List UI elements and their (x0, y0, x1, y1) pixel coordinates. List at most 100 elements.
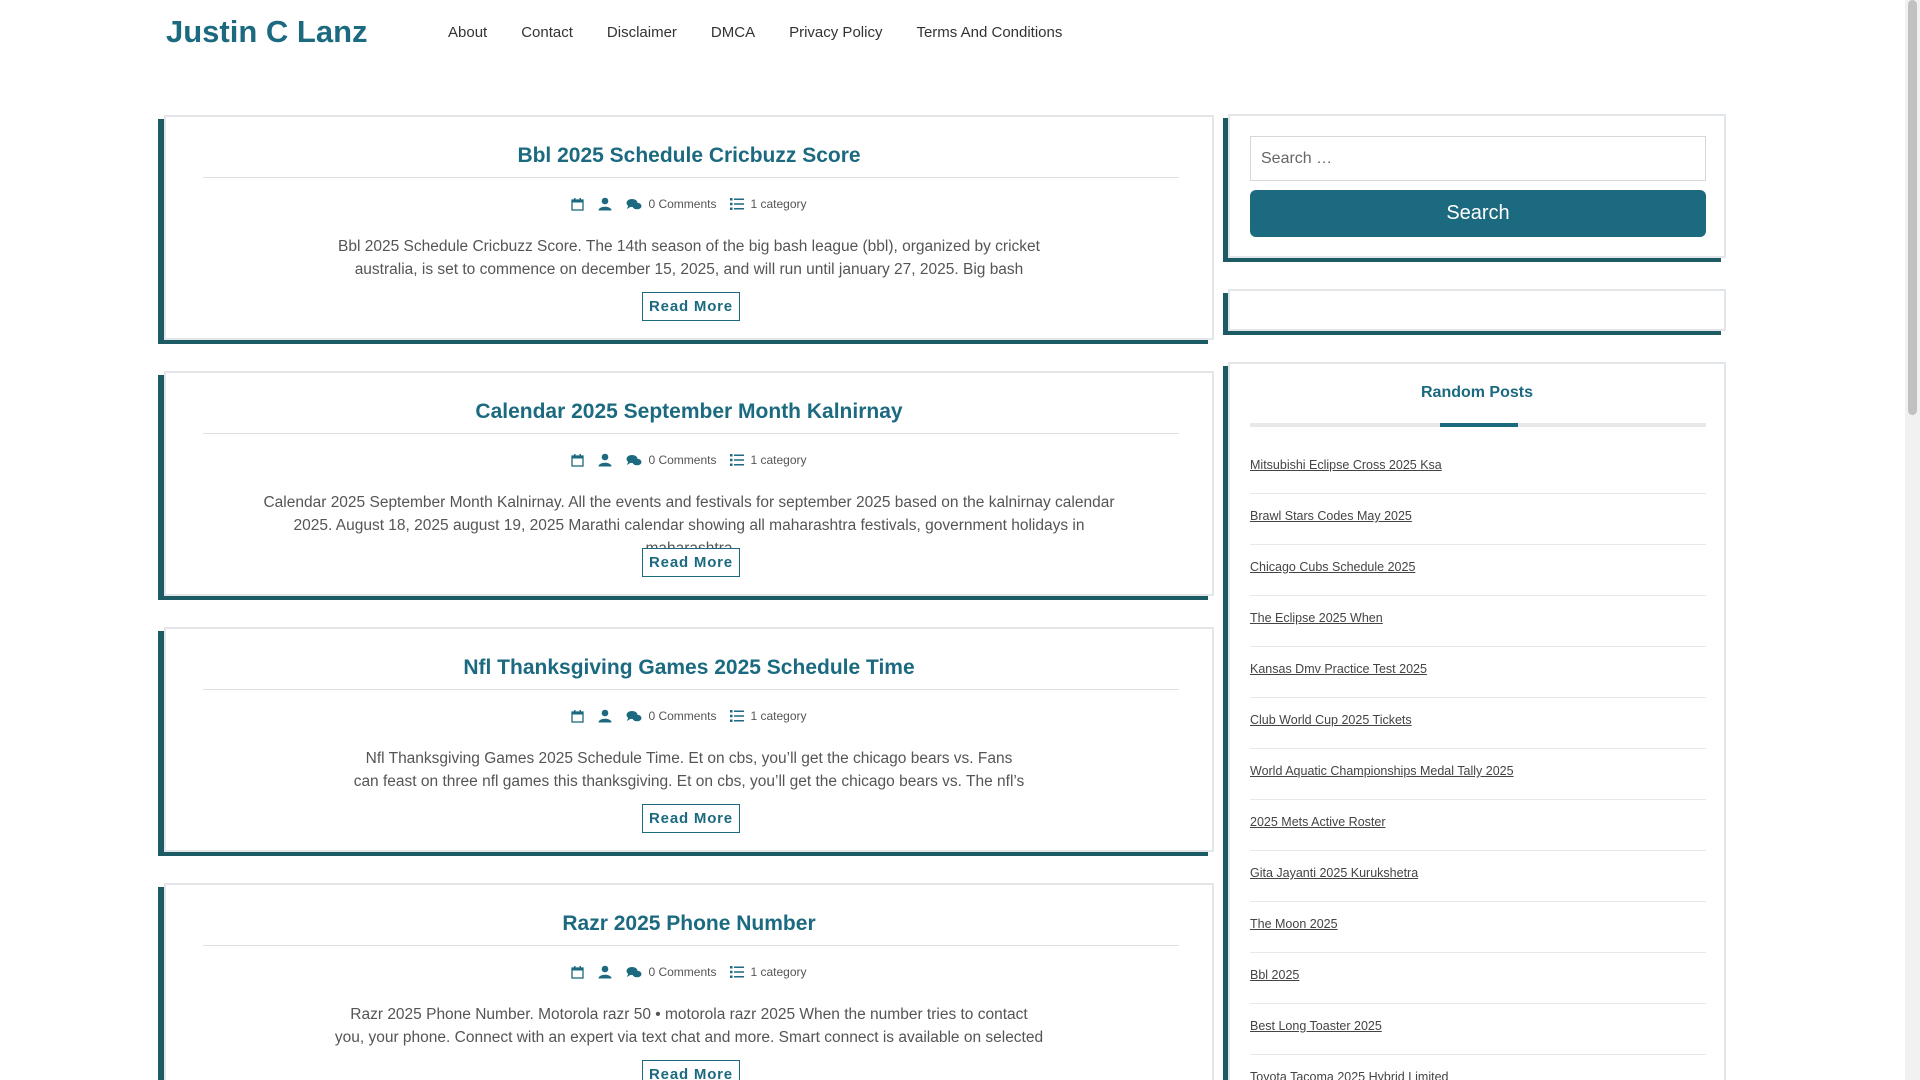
excerpt-line: Bbl 2025 Schedule Cricbuzz Score. The 14… (338, 238, 1040, 255)
post-comments[interactable]: 0 Comments (626, 197, 716, 211)
post-date[interactable] (571, 709, 585, 723)
comments-icon (626, 454, 642, 465)
post-category[interactable]: 1 category (730, 709, 807, 723)
category-label: 1 category (750, 965, 807, 979)
nav-contact[interactable]: Contact (504, 22, 590, 44)
post-author[interactable] (598, 197, 612, 211)
search-input[interactable] (1250, 136, 1706, 181)
random-post-link[interactable]: Bbl 2025 (1250, 968, 1299, 982)
divider (203, 433, 1179, 434)
post-meta: 0 Comments 1 category (166, 453, 1212, 467)
random-post-link[interactable]: Chicago Cubs Schedule 2025 (1250, 560, 1415, 574)
calendar-icon (571, 197, 585, 211)
random-post-link[interactable]: Toyota Tacoma 2025 Hybrid Limited (1250, 1070, 1449, 1080)
read-more-button[interactable]: Read More (642, 804, 740, 833)
comments-icon (626, 966, 642, 977)
post-excerpt: Razr 2025 Phone Number. Motorola razr 50… (256, 1003, 1122, 1049)
post-comments[interactable]: 0 Comments (626, 965, 716, 979)
user-icon (598, 709, 612, 723)
comments-count: 0 Comments (648, 965, 717, 979)
post-title[interactable]: Calendar 2025 September Month Kalnirnay (166, 399, 1212, 425)
divider (203, 177, 1179, 178)
post-title[interactable]: Razr 2025 Phone Number (166, 911, 1212, 937)
post-comments[interactable]: 0 Comments (626, 709, 716, 723)
excerpt-line: Calendar 2025 September Month Kalnirnay.… (263, 494, 1115, 511)
calendar-icon (571, 965, 585, 979)
post-category[interactable]: 1 category (730, 453, 807, 467)
nav-dmca[interactable]: DMCA (694, 22, 772, 44)
post-category[interactable]: 1 category (730, 965, 807, 979)
user-icon (598, 965, 612, 979)
empty-widget (1228, 289, 1726, 331)
post-date[interactable] (571, 197, 585, 211)
comments-count: 0 Comments (648, 197, 717, 211)
random-posts-widget: Random Posts Mitsubishi Eclipse Cross 20… (1228, 362, 1726, 1080)
list-item: Chicago Cubs Schedule 2025 (1250, 545, 1706, 596)
list-item: Toyota Tacoma 2025 Hybrid Limited (1250, 1055, 1706, 1080)
random-post-link[interactable]: The Moon 2025 (1250, 917, 1338, 931)
random-post-link[interactable]: Mitsubishi Eclipse Cross 2025 Ksa (1250, 458, 1442, 472)
site-title[interactable]: Justin C Lanz (166, 14, 368, 50)
read-more-button[interactable]: Read More (642, 292, 740, 321)
read-more-button[interactable]: Read More (642, 1060, 740, 1080)
read-more-button[interactable]: Read More (642, 548, 740, 577)
list-item: Best Long Toaster 2025 (1250, 1004, 1706, 1055)
scrollbar-thumb[interactable] (1908, 0, 1917, 415)
comments-icon (626, 198, 642, 209)
title-underline (1250, 423, 1706, 427)
list-item: World Aquatic Championships Medal Tally … (1250, 749, 1706, 800)
post-meta: 0 Comments 1 category (166, 965, 1212, 979)
comments-icon (626, 710, 642, 721)
random-post-link[interactable]: Kansas Dmv Practice Test 2025 (1250, 662, 1427, 676)
main-nav: About Contact Disclaimer DMCA Privacy Po… (431, 22, 1079, 44)
post-meta: 0 Comments 1 category (166, 197, 1212, 211)
post-card: Bbl 2025 Schedule Cricbuzz Score 0 Comme… (164, 115, 1214, 340)
post-meta: 0 Comments 1 category (166, 709, 1212, 723)
list-icon (730, 710, 745, 722)
nav-privacy-policy[interactable]: Privacy Policy (772, 22, 899, 44)
excerpt-line: you, your phone. Connect with an expert … (334, 1029, 1044, 1046)
post-comments[interactable]: 0 Comments (626, 453, 716, 467)
calendar-icon (571, 709, 585, 723)
list-item: The Moon 2025 (1250, 902, 1706, 953)
post-title[interactable]: Nfl Thanksgiving Games 2025 Schedule Tim… (166, 655, 1212, 681)
post-category[interactable]: 1 category (730, 197, 807, 211)
post-author[interactable] (598, 453, 612, 467)
excerpt-line: can feast on three nfl games this thanks… (353, 773, 1025, 790)
list-icon (730, 966, 745, 978)
post-excerpt: Bbl 2025 Schedule Cricbuzz Score. The 14… (256, 235, 1122, 281)
list-item: The Eclipse 2025 When (1250, 596, 1706, 647)
nav-about[interactable]: About (431, 22, 504, 44)
post-title[interactable]: Bbl 2025 Schedule Cricbuzz Score (166, 143, 1212, 169)
list-item: 2025 Mets Active Roster (1250, 800, 1706, 851)
post-card: Razr 2025 Phone Number 0 Comments 1 cate… (164, 883, 1214, 1080)
post-date[interactable] (571, 965, 585, 979)
widget-title: Random Posts (1420, 384, 1533, 401)
post-card: Nfl Thanksgiving Games 2025 Schedule Tim… (164, 627, 1214, 852)
excerpt-line: Razr 2025 Phone Number. Motorola razr 50… (350, 1006, 1028, 1023)
random-post-link[interactable]: Gita Jayanti 2025 Kurukshetra (1250, 866, 1418, 880)
search-widget: Search (1228, 114, 1726, 258)
random-post-link[interactable]: World Aquatic Championships Medal Tally … (1250, 764, 1514, 778)
list-item: Club World Cup 2025 Tickets (1250, 698, 1706, 749)
nav-terms-and-conditions[interactable]: Terms And Conditions (899, 22, 1079, 44)
post-author[interactable] (598, 965, 612, 979)
post-date[interactable] (571, 453, 585, 467)
random-post-link[interactable]: 2025 Mets Active Roster (1250, 815, 1385, 829)
random-post-link[interactable]: Club World Cup 2025 Tickets (1250, 713, 1412, 727)
title-underline-accent (1440, 423, 1518, 427)
search-button[interactable]: Search (1250, 190, 1706, 237)
page-scrollbar[interactable] (1905, 0, 1920, 1080)
post-author[interactable] (598, 709, 612, 723)
nav-disclaimer[interactable]: Disclaimer (590, 22, 694, 44)
list-item: Brawl Stars Codes May 2025 (1250, 494, 1706, 545)
calendar-icon (571, 453, 585, 467)
list-icon (730, 454, 745, 466)
random-post-link[interactable]: Best Long Toaster 2025 (1250, 1019, 1382, 1033)
post-excerpt: Nfl Thanksgiving Games 2025 Schedule Tim… (256, 747, 1122, 793)
random-post-link[interactable]: The Eclipse 2025 When (1250, 611, 1383, 625)
category-label: 1 category (750, 453, 807, 467)
post-card: Calendar 2025 September Month Kalnirnay … (164, 371, 1214, 596)
list-item: Kansas Dmv Practice Test 2025 (1250, 647, 1706, 698)
random-post-link[interactable]: Brawl Stars Codes May 2025 (1250, 509, 1412, 523)
